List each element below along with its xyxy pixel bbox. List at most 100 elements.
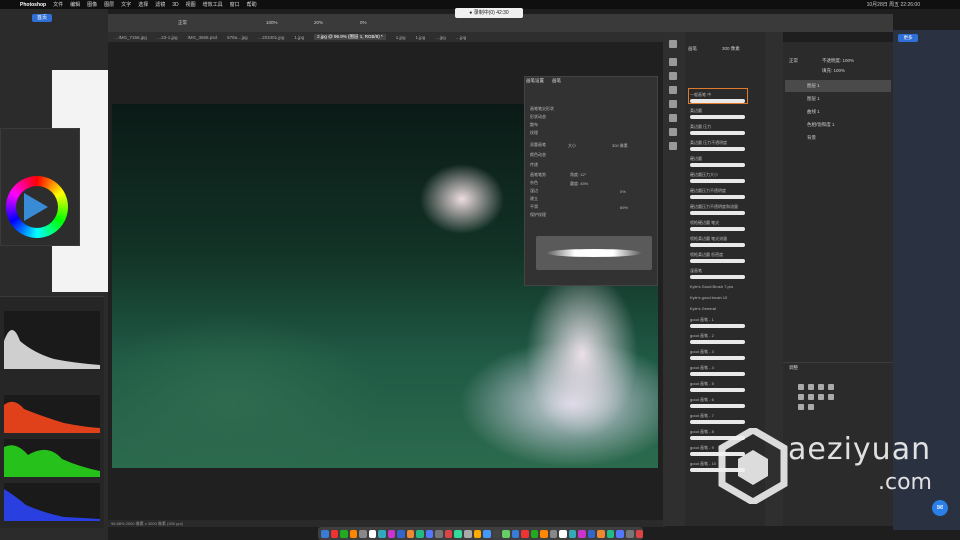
opacity-value[interactable]: 100%: [266, 20, 278, 25]
brush-item-label[interactable]: good 画笔 - 7: [690, 413, 714, 419]
brush-item-label[interactable]: 湿画笔: [690, 268, 702, 274]
dock-app-icon[interactable]: [578, 529, 586, 538]
blend-mode-select[interactable]: 正常: [789, 58, 798, 64]
layer-fill[interactable]: 填充: 100%: [822, 68, 845, 74]
option-noise[interactable]: 杂色: [530, 180, 538, 186]
hardness-value[interactable]: 0%: [620, 189, 626, 194]
dock-app-icon[interactable]: [635, 529, 644, 538]
tab-brushes[interactable]: 画笔: [552, 78, 561, 84]
dock-app-icon[interactable]: [330, 529, 339, 538]
dock-app-icon[interactable]: [368, 529, 377, 538]
vibrance-icon[interactable]: [798, 394, 804, 400]
dock-app-icon[interactable]: [559, 529, 567, 538]
info-icon[interactable]: [669, 142, 677, 150]
size-value[interactable]: 300 像素: [612, 143, 628, 149]
dock-app-icon[interactable]: [340, 529, 348, 538]
menu-help[interactable]: 帮助: [247, 1, 257, 8]
mode-select[interactable]: 正常: [178, 20, 187, 26]
hue-sat-icon[interactable]: [808, 394, 814, 400]
dock-app-icon[interactable]: [511, 529, 520, 538]
brushes-size-value[interactable]: 300 像素: [722, 46, 740, 52]
dock-app-icon[interactable]: [454, 529, 462, 538]
paths-icon[interactable]: [669, 128, 677, 136]
dock-app-icon[interactable]: [435, 529, 443, 538]
dock-app-icon[interactable]: [568, 529, 577, 538]
menu-3d[interactable]: 3D: [172, 2, 178, 8]
dock-app-icon[interactable]: [463, 529, 472, 538]
dock-app-icon[interactable]: [387, 529, 396, 538]
menu-file[interactable]: 文件: [53, 1, 63, 8]
brush-item-label[interactable]: good 画笔 - 6: [690, 397, 714, 403]
brush-item-label[interactable]: Kyle's Good Brush 7.pro: [690, 284, 733, 289]
levels-icon[interactable]: [808, 384, 814, 390]
play-icon[interactable]: [669, 40, 677, 48]
option-scatter[interactable]: 散布: [530, 122, 538, 128]
option-tip-shape[interactable]: 画笔笔尖形状: [530, 106, 554, 112]
doc-tab-active[interactable]: 2.jpg @ 96.9% (图层 1, RGB/8) *: [314, 34, 386, 40]
recording-timer[interactable]: ● 录制中(0) 42:30: [455, 8, 523, 18]
option-wet-edges[interactable]: 湿边: [530, 188, 538, 194]
dock-app-icon[interactable]: [606, 529, 615, 538]
adjust-icon[interactable]: [669, 86, 677, 94]
doc-tab[interactable]: …203401.jpg: [258, 35, 285, 40]
left-app-home-tab[interactable]: 首页: [32, 14, 52, 22]
menu-edit[interactable]: 编辑: [70, 1, 80, 8]
posterize-icon[interactable]: [808, 404, 814, 410]
brush-item-label[interactable]: 硬边圆压力不透明度: [690, 188, 726, 194]
doc-tab[interactable]: 1.jpg: [416, 35, 426, 40]
menu-select[interactable]: 选择: [138, 1, 148, 8]
dock-app-icon[interactable]: [359, 529, 367, 538]
doc-tab[interactable]: …jpg: [456, 35, 467, 40]
bw-icon[interactable]: [828, 394, 834, 400]
doc-tab[interactable]: 678a…jpg: [227, 35, 248, 40]
brush-item-label[interactable]: good 画笔 - 8: [690, 429, 714, 435]
layer-row[interactable]: 图层 1: [785, 93, 891, 105]
brush-item-label[interactable]: 喷枪柔边圆 低密度: [690, 252, 723, 258]
dock-app-icon[interactable]: [444, 529, 453, 538]
brush-item-label[interactable]: good 画笔 - 10: [690, 461, 716, 467]
dock-app-icon[interactable]: [626, 529, 634, 538]
brush-item-label[interactable]: 硬边圆: [690, 156, 702, 162]
layer-row[interactable]: 色相/饱和度 1: [785, 119, 891, 131]
option-transfer[interactable]: 传递: [530, 162, 538, 168]
brush-item-label[interactable]: good 画笔 - 5: [690, 381, 714, 387]
brush-tool-icon[interactable]: [669, 58, 677, 66]
doc-tab[interactable]: 1.jpg: [294, 35, 304, 40]
channels-icon[interactable]: [669, 114, 677, 122]
brush-item-label[interactable]: 硬边圆压力不透明度和流量: [690, 204, 738, 210]
dock-app-icon[interactable]: [549, 529, 558, 538]
option-dual-brush[interactable]: 双重画笔: [530, 142, 546, 148]
menu-filter[interactable]: 滤镜: [155, 1, 165, 8]
brightness-icon[interactable]: [798, 384, 804, 390]
doc-tab[interactable]: IMG_3666.psd: [188, 35, 218, 40]
dock-app-icon[interactable]: [483, 529, 491, 538]
option-color-dynamics[interactable]: 颜色动态: [530, 152, 546, 158]
brush-item-label[interactable]: 柔边圆: [690, 108, 702, 114]
doc-tab[interactable]: 1.jpg: [396, 35, 406, 40]
layers-icon[interactable]: [669, 100, 677, 108]
chat-icon[interactable]: ✉: [932, 500, 948, 516]
brush-item-label[interactable]: good 画笔 - 2: [690, 333, 714, 339]
dock-app-icon[interactable]: [502, 529, 510, 538]
dock-app-icon[interactable]: [521, 529, 529, 538]
menu-type[interactable]: 文字: [121, 1, 131, 8]
menu-window[interactable]: 窗口: [230, 1, 240, 8]
option-shape-dynamics[interactable]: 形状动态: [530, 114, 546, 120]
menu-image[interactable]: 图像: [87, 1, 97, 8]
flow-value[interactable]: 20%: [314, 20, 323, 25]
brush-item-label[interactable]: good 画笔 - 3: [690, 349, 714, 355]
invert-icon[interactable]: [798, 404, 804, 410]
brush-item-label[interactable]: good 画笔 - 4: [690, 365, 714, 371]
color-balance-icon[interactable]: [818, 394, 824, 400]
brush-item-label[interactable]: 柔边圆 压力不透明度: [690, 140, 727, 146]
menu-layer[interactable]: 图层: [104, 1, 114, 8]
option-brush-pose[interactable]: 画笔笔势: [530, 172, 546, 178]
menu-plugins[interactable]: 增效工具: [203, 1, 223, 8]
brush-item-label[interactable]: good 画笔 - 1: [690, 317, 714, 323]
dock-app-icon[interactable]: [492, 529, 501, 538]
doc-tab[interactable]: …23-1.jpg: [157, 35, 178, 40]
dock-app-icon[interactable]: [425, 529, 434, 538]
menu-view[interactable]: 视图: [186, 1, 196, 8]
tab-brush-settings[interactable]: 画笔设置: [526, 78, 544, 84]
option-protect-texture[interactable]: 保护纹理: [530, 212, 546, 218]
